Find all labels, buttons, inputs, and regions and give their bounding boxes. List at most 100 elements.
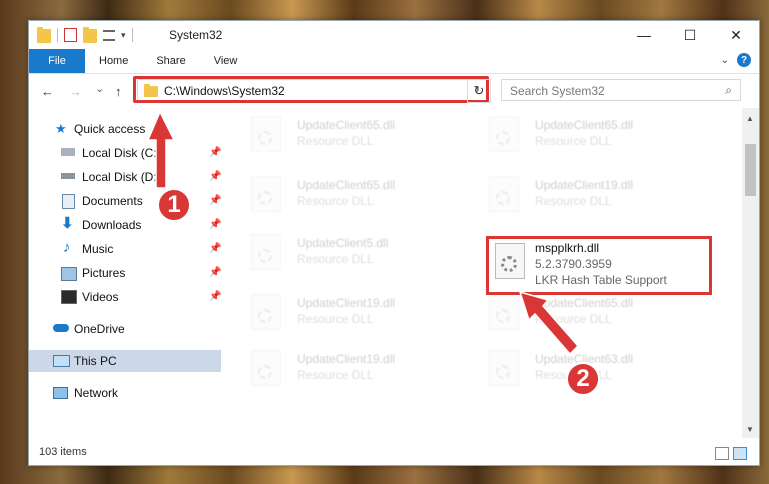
sidebar-item-label: Downloads: [82, 218, 142, 232]
customize-toolbar-icon[interactable]: ▾: [121, 30, 126, 41]
file-description: Resource DLL: [297, 134, 374, 148]
file-item[interactable]: UpdateClient65.dll Resource DLL: [489, 294, 709, 334]
search-input[interactable]: Search System32 ⌕: [501, 79, 741, 101]
dll-file-icon: [251, 116, 281, 152]
back-button[interactable]: ←: [41, 84, 54, 99]
sidebar-item-pictures[interactable]: Pictures 📌: [29, 262, 221, 284]
quick-access-toolbar: ▾: [37, 27, 133, 43]
gear-icon: [496, 131, 510, 145]
sidebar-item-label: Pictures: [82, 266, 126, 280]
star-icon: ★: [55, 121, 67, 136]
scroll-down-icon[interactable]: ▼: [746, 425, 754, 434]
pin-icon[interactable]: 📌: [209, 243, 221, 254]
sidebar-item-videos[interactable]: Videos 📌: [29, 286, 221, 308]
file-description: Resource DLL: [535, 134, 612, 148]
gear-icon: [258, 309, 272, 323]
sidebar-item-label: Quick access: [74, 122, 146, 136]
file-item[interactable]: UpdateClient19.dll Resource DLL: [251, 350, 471, 390]
sidebar-item-label: Local Disk (D:): [82, 170, 161, 184]
title-separator: [131, 28, 133, 42]
pin-icon[interactable]: 📌: [209, 267, 221, 278]
file-item[interactable]: UpdateClient19.dll Resource DLL: [489, 176, 709, 216]
toolbar-separator: [57, 28, 58, 42]
navigation-pane: ★ Quick access Local Disk (C:) 📌 Local D…: [29, 116, 221, 446]
sidebar-item-label: Documents: [82, 194, 143, 208]
help-icon[interactable]: ?: [737, 53, 751, 67]
gear-icon: [258, 365, 272, 379]
gear-icon: [496, 309, 510, 323]
sidebar-item-local-disk-c[interactable]: Local Disk (C:) 📌: [29, 142, 221, 164]
sidebar-item-network[interactable]: Network: [29, 382, 221, 404]
tab-home[interactable]: Home: [85, 49, 142, 73]
file-name: UpdateClient19.dll: [297, 296, 396, 310]
pictures-icon: [61, 267, 77, 281]
up-button[interactable]: ↑: [115, 84, 122, 99]
sidebar-item-music[interactable]: ♪ Music 📌: [29, 238, 221, 260]
details-view-icon[interactable]: [715, 447, 729, 460]
title-bar: ▾ System32 — ☐ ✕: [29, 21, 759, 49]
target-file-name: mspplkrh.dll: [535, 241, 600, 255]
window-title: System32: [169, 28, 223, 42]
file-description: Resource DLL: [297, 312, 374, 326]
forward-button[interactable]: →: [69, 84, 82, 99]
pin-icon[interactable]: 📌: [209, 219, 221, 230]
cloud-icon: [53, 324, 69, 332]
sidebar-item-documents[interactable]: Documents 📌: [29, 190, 221, 212]
sidebar-item-downloads[interactable]: ⬇ Downloads 📌: [29, 214, 221, 236]
pin-icon[interactable]: 📌: [209, 171, 221, 182]
gear-icon: [258, 131, 272, 145]
file-item[interactable]: UpdateClient65.dll Resource DLL: [251, 116, 471, 156]
file-name: UpdateClient19.dll: [297, 352, 396, 366]
address-highlight-box: [133, 76, 489, 103]
file-item[interactable]: UpdateClient5.dll Resource DLL: [251, 234, 471, 274]
drive-icon: [61, 173, 75, 179]
navigation-bar: ← → ⌄ ↑ C:\Windows\System32 ⌄ ↻ Search S…: [29, 74, 759, 108]
file-description: Resource DLL: [535, 312, 612, 326]
sidebar-item-quick-access[interactable]: ★ Quick access: [29, 118, 221, 140]
sidebar-item-label: This PC: [74, 354, 117, 368]
dll-file-icon: [489, 176, 519, 212]
vertical-scrollbar[interactable]: ▲ ▼: [742, 108, 759, 438]
pin-icon[interactable]: 📌: [209, 195, 221, 206]
computer-icon: [53, 355, 70, 367]
minimize-button[interactable]: —: [621, 21, 667, 49]
drive-icon: [61, 148, 75, 156]
file-item[interactable]: UpdateClient65.dll Resource DLL: [489, 116, 709, 156]
pin-icon[interactable]: 📌: [209, 291, 221, 302]
view-options-icon[interactable]: [103, 29, 115, 41]
network-icon: [53, 387, 68, 399]
tiles-view-icon[interactable]: [733, 447, 747, 460]
file-item[interactable]: UpdateClient19.dll Resource DLL: [251, 294, 471, 334]
file-item[interactable]: UpdateClient65.dll Resource DLL: [251, 176, 471, 216]
sidebar-item-this-pc[interactable]: This PC: [29, 350, 221, 372]
search-placeholder: Search System32: [510, 84, 605, 98]
tab-file[interactable]: File: [29, 49, 85, 73]
sidebar-item-label: Videos: [82, 290, 119, 304]
properties-icon[interactable]: [64, 28, 77, 42]
scroll-thumb[interactable]: [745, 144, 756, 196]
scroll-up-icon[interactable]: ▲: [746, 114, 754, 123]
gear-icon: [258, 249, 272, 263]
pin-icon[interactable]: 📌: [209, 147, 221, 158]
sidebar-item-local-disk-d[interactable]: Local Disk (D:) 📌: [29, 166, 221, 188]
close-button[interactable]: ✕: [713, 21, 759, 49]
new-folder-icon[interactable]: [83, 27, 97, 43]
expand-ribbon-icon[interactable]: ⌄: [721, 55, 729, 66]
sidebar-item-label: Network: [74, 386, 119, 400]
target-file-item[interactable]: mspplkrh.dll 5.2.3790.3959 LKR Hash Tabl…: [495, 241, 705, 293]
step-marker-two: 2: [566, 362, 600, 396]
tab-view[interactable]: View: [200, 49, 252, 73]
recent-locations-button[interactable]: ⌄: [95, 82, 104, 95]
sidebar-item-onedrive[interactable]: OneDrive: [29, 318, 221, 340]
tab-share[interactable]: Share: [142, 49, 199, 73]
target-file-version: 5.2.3790.3959: [535, 257, 612, 271]
file-name: UpdateClient65.dll: [297, 118, 396, 132]
search-icon: ⌕: [725, 83, 732, 97]
target-file-description: LKR Hash Table Support: [535, 273, 667, 287]
file-description: Resource DLL: [297, 194, 374, 208]
refresh-button[interactable]: ↻: [467, 79, 491, 103]
dll-file-icon: [251, 234, 281, 270]
maximize-button[interactable]: ☐: [667, 21, 713, 49]
file-description: Resource DLL: [535, 194, 612, 208]
sidebar-item-label: OneDrive: [74, 322, 125, 336]
